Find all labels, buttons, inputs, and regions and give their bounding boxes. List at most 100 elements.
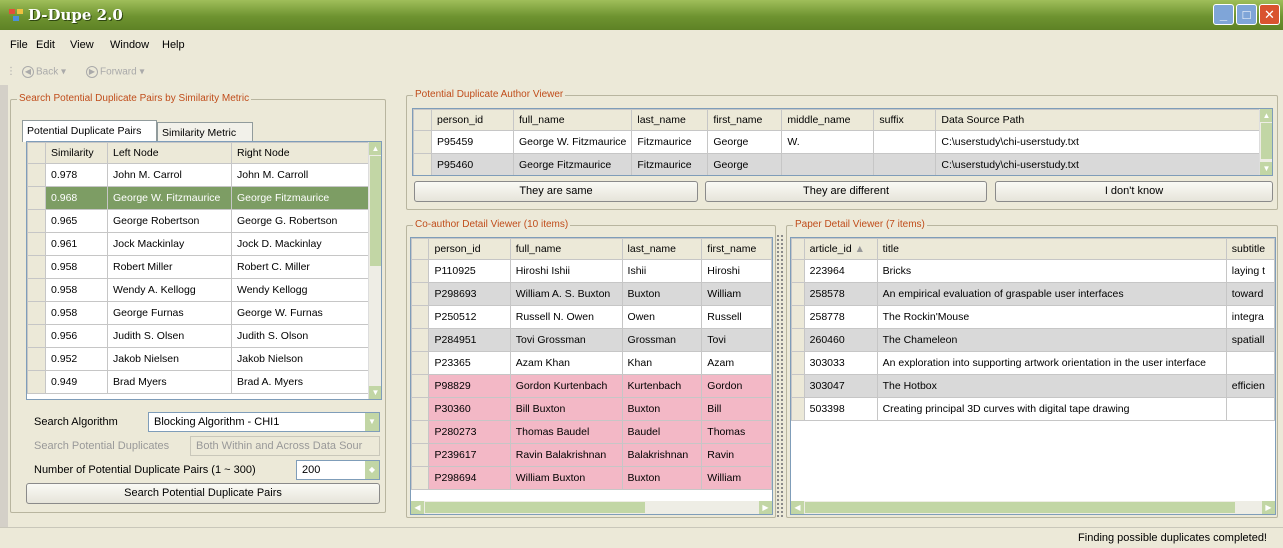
row-header[interactable] xyxy=(27,370,46,394)
table-row[interactable]: 260460 The Chameleon spatiall xyxy=(791,328,1275,352)
column-header[interactable]: last_name xyxy=(621,238,703,260)
paper-grid[interactable]: article_id ▲ title subtitle 223964 Bricks… xyxy=(790,237,1276,515)
table-row[interactable]: P280273 Thomas Baudel Baudel Thomas xyxy=(411,420,772,444)
scroll-down-icon[interactable]: ▼ xyxy=(369,386,381,399)
table-row[interactable]: P284951 Tovi Grossman Grossman Tovi xyxy=(411,328,772,352)
coauthor-horizontal-scrollbar[interactable]: ◀ ▶ xyxy=(411,501,772,514)
close-button[interactable]: ✕ xyxy=(1259,4,1280,25)
scroll-thumb[interactable] xyxy=(1261,123,1272,159)
table-row[interactable]: P298694 William Buxton Buxton William xyxy=(411,466,772,490)
scroll-left-icon[interactable]: ◀ xyxy=(411,501,424,514)
column-header[interactable]: first_name xyxy=(701,238,772,260)
same-button[interactable]: They are same xyxy=(414,181,698,202)
row-header[interactable] xyxy=(411,374,430,398)
spin-icon[interactable]: ◆ xyxy=(365,461,379,479)
row-header[interactable] xyxy=(791,259,805,283)
column-header[interactable]: full_name xyxy=(512,109,633,131)
column-header[interactable]: Data Source Path xyxy=(935,109,1265,131)
column-header[interactable]: first_name xyxy=(707,109,783,131)
column-header[interactable]: person_id xyxy=(431,109,514,131)
table-row[interactable]: 0.961 Jock Mackinlay Jock D. Mackinlay xyxy=(27,232,370,256)
table-row[interactable]: 0.958 Robert Miller Robert C. Miller xyxy=(27,255,370,279)
table-row[interactable]: 258778 The Rockin'Mouse integra xyxy=(791,305,1275,329)
column-header[interactable]: last_name xyxy=(631,109,709,131)
paper-horizontal-scrollbar[interactable]: ◀ ▶ xyxy=(791,501,1275,514)
table-row[interactable]: P30360 Bill Buxton Buxton Bill xyxy=(411,397,772,421)
column-header-similarity[interactable]: Similarity xyxy=(45,142,108,164)
splitter-handle[interactable] xyxy=(777,235,783,517)
column-header[interactable]: article_id ▲ xyxy=(803,238,878,260)
search-algorithm-select[interactable]: Blocking Algorithm - CHI1 ▼ xyxy=(148,412,380,432)
table-row[interactable]: P239617 Ravin Balakrishnan Balakrishnan Rav… xyxy=(411,443,772,467)
maximize-button[interactable]: □ xyxy=(1236,4,1257,25)
row-header[interactable] xyxy=(791,328,805,352)
scroll-thumb[interactable] xyxy=(805,502,1235,513)
coauthor-grid[interactable]: person_id full_name last_name first_name… xyxy=(410,237,773,515)
forward-button[interactable]: ▶ Forward ▾ xyxy=(86,66,145,78)
row-header[interactable] xyxy=(413,153,432,175)
tab-similarity-metric[interactable]: Similarity Metric xyxy=(157,122,253,142)
table-row[interactable]: P95460 George Fitzmaurice Fitzmaurice Georg… xyxy=(413,153,1265,175)
row-header[interactable] xyxy=(27,186,46,210)
scroll-thumb[interactable] xyxy=(370,156,381,266)
menu-view[interactable]: View xyxy=(70,39,94,51)
table-row[interactable]: 303033 An exploration into supporting art… xyxy=(791,351,1275,375)
column-header-left-node[interactable]: Left Node xyxy=(107,142,232,164)
table-row[interactable]: P98829 Gordon Kurtenbach Kurtenbach Gordon xyxy=(411,374,772,398)
row-header[interactable] xyxy=(411,282,430,306)
menu-help[interactable]: Help xyxy=(162,39,185,51)
row-header[interactable] xyxy=(27,347,46,371)
row-header[interactable] xyxy=(791,374,805,398)
table-row[interactable]: 0.949 Brad Myers Brad A. Myers xyxy=(27,370,370,394)
row-header[interactable] xyxy=(27,209,46,233)
search-duplicates-select[interactable]: Both Within and Across Data Sour xyxy=(190,436,380,456)
row-header[interactable] xyxy=(411,259,430,283)
column-header-right-node[interactable]: Right Node xyxy=(231,142,370,164)
table-row[interactable]: 223964 Bricks laying t xyxy=(791,259,1275,283)
scroll-up-icon[interactable]: ▲ xyxy=(369,142,381,155)
row-header[interactable] xyxy=(411,466,430,490)
author-vertical-scrollbar[interactable]: ▲ ▼ xyxy=(1259,109,1272,175)
menu-window[interactable]: Window xyxy=(110,39,149,51)
scroll-down-icon[interactable]: ▼ xyxy=(1260,162,1272,175)
table-row[interactable]: 258578 An empirical evaluation of graspab… xyxy=(791,282,1275,306)
table-row[interactable]: 0.958 George Furnas George W. Furnas xyxy=(27,301,370,325)
row-header[interactable] xyxy=(791,351,805,375)
row-header[interactable] xyxy=(27,301,46,325)
table-row[interactable]: P298693 William A. S. Buxton Buxton William xyxy=(411,282,772,306)
chevron-down-icon[interactable]: ▼ xyxy=(365,413,379,431)
table-row[interactable]: 503398 Creating principal 3D curves with … xyxy=(791,397,1275,421)
table-row[interactable]: 0.956 Judith S. Olsen Judith S. Olson xyxy=(27,324,370,348)
scroll-thumb[interactable] xyxy=(425,502,645,513)
row-header[interactable] xyxy=(27,163,46,187)
row-header[interactable] xyxy=(791,305,805,329)
column-header[interactable]: title xyxy=(876,238,1227,260)
row-header[interactable] xyxy=(411,420,430,444)
table-row[interactable]: 0.968 George W. Fitzmaurice George Fitzmau… xyxy=(27,186,370,210)
menu-file[interactable]: File xyxy=(10,39,28,51)
menu-edit[interactable]: Edit xyxy=(36,39,55,51)
pairs-vertical-scrollbar[interactable]: ▲ ▼ xyxy=(368,142,381,399)
dont-know-button[interactable]: I don't know xyxy=(995,181,1273,202)
table-row[interactable]: 0.952 Jakob Nielsen Jakob Nielson xyxy=(27,347,370,371)
column-header[interactable]: suffix xyxy=(873,109,937,131)
row-header[interactable] xyxy=(791,397,805,421)
row-header[interactable] xyxy=(411,305,430,329)
table-row[interactable]: 0.978 John M. Carrol John M. Carroll xyxy=(27,163,370,187)
column-header[interactable]: middle_name xyxy=(781,109,875,131)
column-header[interactable]: full_name xyxy=(509,238,623,260)
row-header[interactable] xyxy=(413,130,432,154)
table-row[interactable]: 0.965 George Robertson George G. Robertson xyxy=(27,209,370,233)
row-header[interactable] xyxy=(27,255,46,279)
row-header[interactable] xyxy=(411,351,430,375)
column-header[interactable]: person_id xyxy=(428,238,511,260)
minimize-button[interactable]: _ xyxy=(1213,4,1234,25)
different-button[interactable]: They are different xyxy=(705,181,987,202)
scroll-up-icon[interactable]: ▲ xyxy=(1260,109,1272,122)
scroll-right-icon[interactable]: ▶ xyxy=(759,501,772,514)
table-row[interactable]: P110925 Hiroshi Ishii Ishii Hiroshi xyxy=(411,259,772,283)
table-row[interactable]: 303047 The Hotbox efficien xyxy=(791,374,1275,398)
tab-potential-duplicate-pairs[interactable]: Potential Duplicate Pairs xyxy=(22,120,157,142)
row-header[interactable] xyxy=(27,324,46,348)
row-header[interactable] xyxy=(27,232,46,256)
